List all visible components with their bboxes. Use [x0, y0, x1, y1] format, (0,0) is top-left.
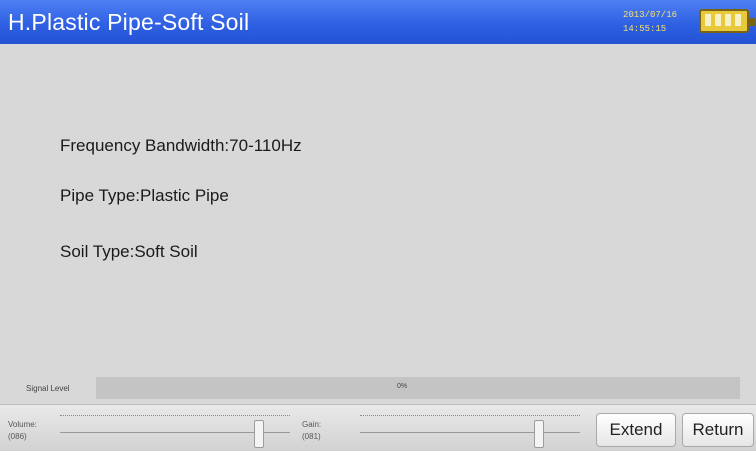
volume-value-text: (086) — [8, 432, 27, 441]
datetime-display: 2013/07/16 14:55:15 — [623, 8, 677, 36]
gain-value-text: (081) — [302, 432, 321, 441]
gain-label-text: Gain: — [302, 420, 322, 429]
frequency-bandwidth-text: Frequency Bandwidth:70-110Hz — [60, 136, 302, 155]
soil-type-text: Soil Type:Soft Soil — [60, 242, 198, 261]
gain-label: Gain: (081) — [302, 419, 321, 443]
battery-cell — [725, 14, 731, 26]
signal-level-bar — [96, 377, 740, 399]
battery-full-icon — [699, 9, 755, 33]
page-title: H.Plastic Pipe-Soft Soil — [8, 9, 250, 35]
gain-slider-handle[interactable] — [534, 420, 545, 448]
battery-cell — [735, 14, 741, 26]
gain-track — [360, 432, 580, 433]
signal-level-value: 0% — [397, 383, 408, 390]
battery-terminal — [749, 18, 755, 26]
battery-cell — [705, 14, 711, 26]
pipe-type-text: Pipe Type:Plastic Pipe — [60, 186, 229, 205]
main-panel: Frequency Bandwidth:70-110Hz Pipe Type:P… — [0, 44, 756, 374]
control-bar: Volume: (086) Gain: (081) Extend Return — [0, 404, 756, 451]
date-text: 2013/07/16 — [623, 10, 678, 20]
title-bar: H.Plastic Pipe-Soft Soil 2013/07/16 14:5… — [0, 0, 756, 44]
volume-label: Volume: (086) — [8, 419, 37, 443]
volume-slider-handle[interactable] — [253, 420, 264, 448]
battery-cell — [715, 14, 721, 26]
return-button[interactable]: Return — [682, 413, 754, 447]
time-text: 14:55:15 — [623, 24, 667, 34]
volume-label-text: Volume: — [8, 420, 37, 429]
extend-button[interactable]: Extend — [596, 413, 676, 447]
volume-track-dots — [60, 415, 290, 416]
signal-level-row: Signal Level 0% — [0, 374, 756, 404]
signal-level-label: Signal Level — [26, 384, 70, 393]
gain-track-dots — [360, 415, 580, 416]
